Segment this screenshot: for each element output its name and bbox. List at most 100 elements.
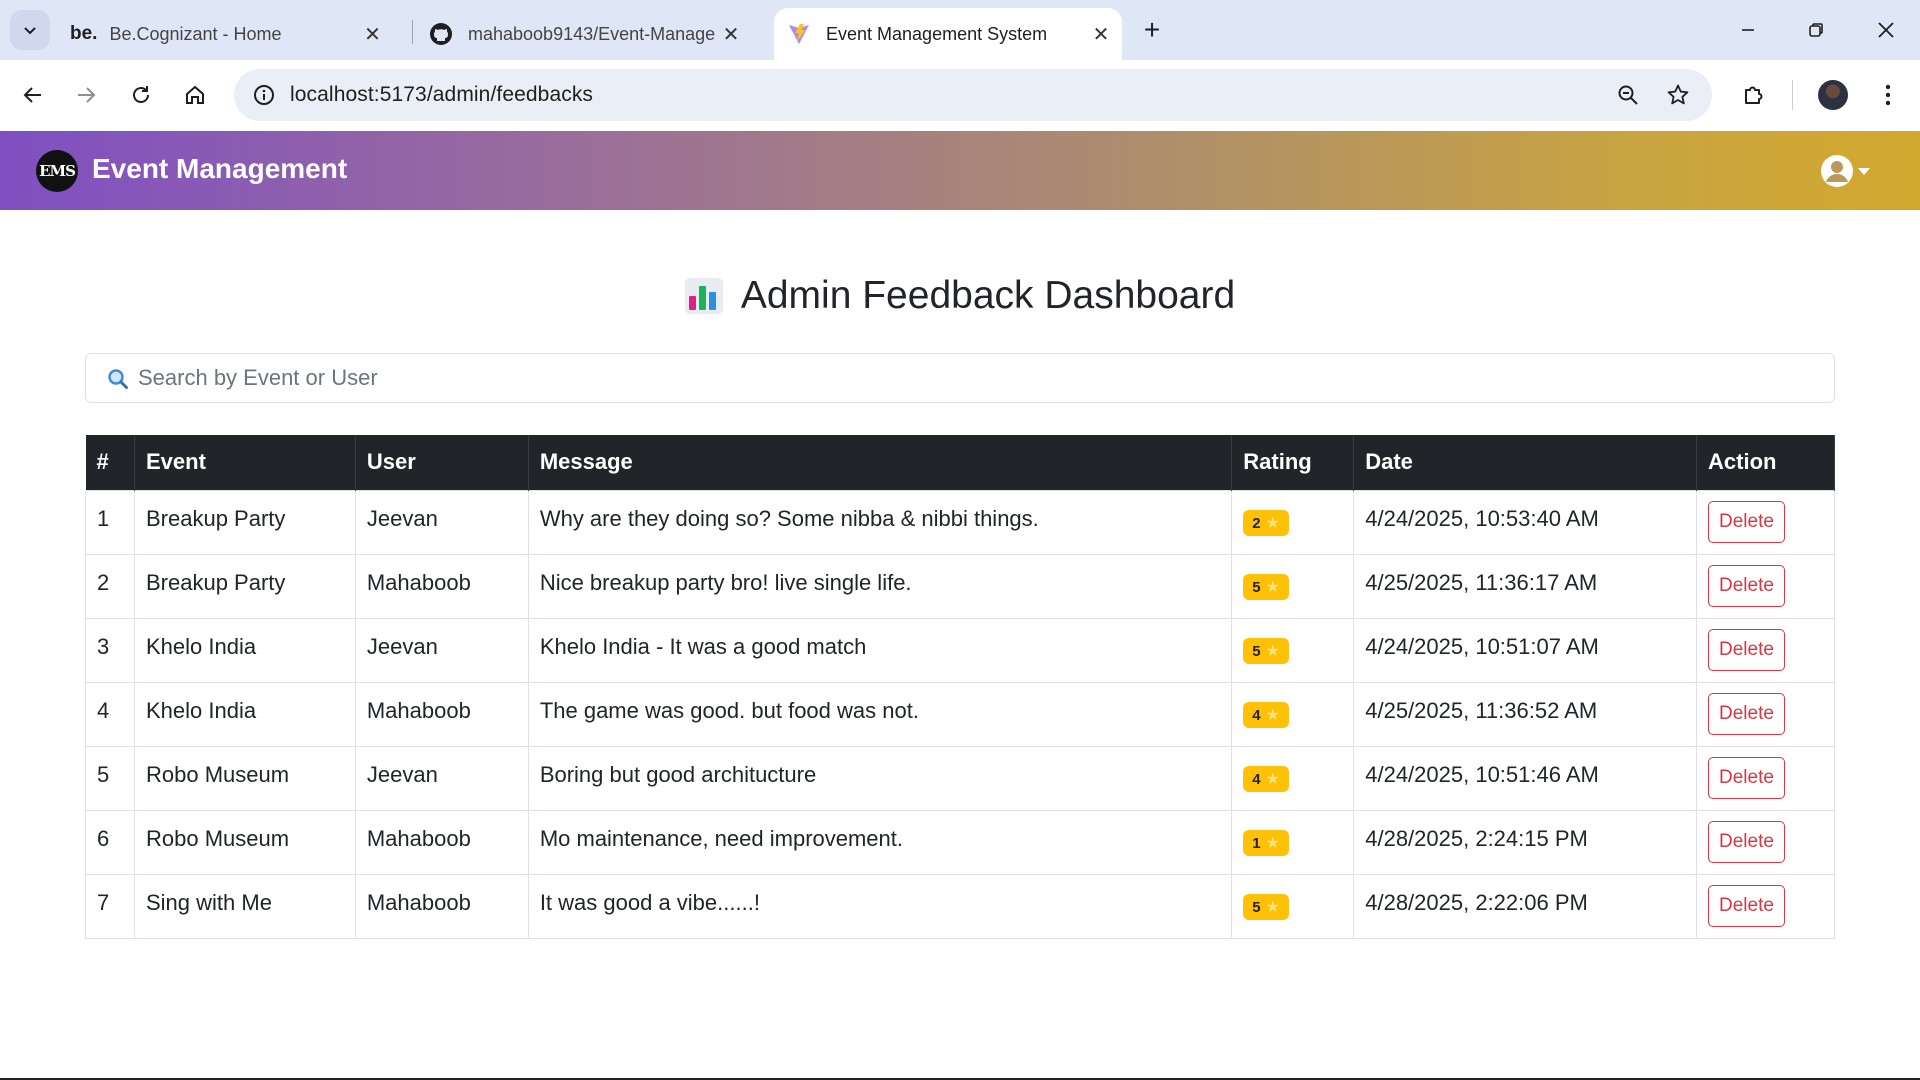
restore-icon — [1809, 23, 1823, 37]
minimize-icon — [1742, 29, 1754, 31]
search-icon — [108, 369, 128, 389]
rating-value: 5 — [1252, 642, 1261, 660]
minimize-button[interactable] — [1718, 10, 1778, 50]
tab-becognizant[interactable]: be. Be.Cognizant - Home ✕ — [62, 8, 402, 60]
browser-menu-button[interactable] — [1868, 75, 1908, 115]
vite-icon — [786, 21, 812, 47]
event-cell: Khelo India — [133, 681, 356, 747]
bookmark-star-icon[interactable] — [1662, 79, 1694, 111]
star-icon: ★ — [1265, 899, 1280, 917]
zoom-icon[interactable] — [1612, 79, 1644, 111]
extensions-button[interactable] — [1734, 75, 1774, 115]
profile-avatar[interactable] — [1818, 80, 1848, 110]
user-cell: Mahaboob — [354, 809, 529, 875]
row-number: 6 — [85, 809, 135, 875]
close-icon[interactable]: ✕ — [718, 21, 744, 47]
tab-event-management[interactable]: Event Management System ✕ — [774, 8, 1122, 60]
column-header-date: Date — [1353, 435, 1698, 490]
date-cell: 4/28/2025, 2:24:15 PM — [1353, 809, 1698, 875]
url-text[interactable]: localhost:5173/admin/feedbacks — [290, 83, 593, 107]
back-button[interactable] — [13, 75, 53, 115]
tab-github[interactable]: mahaboob9143/Event-Manage ✕ — [422, 8, 762, 60]
action-cell: Delete — [1696, 745, 1835, 811]
delete-button[interactable]: Delete — [1708, 757, 1785, 799]
message-cell: Nice breakup party bro! live single life… — [527, 553, 1233, 619]
delete-button[interactable]: Delete — [1708, 885, 1785, 927]
user-menu-dropdown[interactable] — [1820, 153, 1870, 189]
github-icon — [428, 21, 454, 47]
row-number: 4 — [85, 681, 135, 747]
user-cell: Jeevan — [354, 745, 529, 811]
brand-logo[interactable]: EMS — [36, 150, 78, 192]
delete-button[interactable]: Delete — [1708, 693, 1785, 735]
event-cell: Robo Museum — [133, 745, 356, 811]
close-icon — [1878, 22, 1894, 38]
rating-value: 2 — [1252, 514, 1261, 532]
brand-name[interactable]: Event Management — [92, 153, 347, 185]
table-row: 6 Robo Museum Mahaboob Mo maintenance, n… — [85, 809, 1835, 875]
row-number: 5 — [85, 745, 135, 811]
column-header-action: Action — [1696, 435, 1835, 490]
tab-separator — [412, 20, 413, 44]
caret-down-icon — [1858, 167, 1870, 175]
table-row: 4 Khelo India Mahaboob The game was good… — [85, 681, 1835, 747]
delete-button[interactable]: Delete — [1708, 629, 1785, 671]
site-info-icon[interactable] — [248, 79, 280, 111]
date-cell: 4/25/2025, 11:36:17 AM — [1353, 553, 1698, 619]
event-cell: Breakup Party — [133, 489, 356, 555]
tab-title: Event Management System — [826, 23, 1048, 44]
action-cell: Delete — [1696, 809, 1835, 875]
chevron-down-icon — [24, 27, 36, 35]
puzzle-icon — [1745, 86, 1763, 104]
rating-badge: 1 ★ — [1243, 830, 1289, 857]
rating-cell: 5 ★ — [1231, 617, 1355, 683]
close-icon[interactable]: ✕ — [359, 21, 385, 47]
forward-button[interactable] — [66, 75, 106, 115]
page-title: Admin Feedback Dashboard — [0, 274, 1920, 318]
date-cell: 4/24/2025, 10:51:46 AM — [1353, 745, 1698, 811]
home-button[interactable] — [175, 75, 215, 115]
address-bar[interactable]: localhost:5173/admin/feedbacks — [234, 69, 1712, 121]
delete-button[interactable]: Delete — [1708, 821, 1785, 863]
event-cell: Breakup Party — [133, 553, 356, 619]
star-icon: ★ — [1265, 771, 1280, 789]
star-icon: ★ — [1265, 707, 1280, 725]
date-cell: 4/28/2025, 2:22:06 PM — [1353, 873, 1698, 939]
search-box[interactable] — [85, 353, 1835, 403]
new-tab-button[interactable]: + — [1136, 14, 1168, 46]
message-cell: The game was good. but food was not. — [527, 681, 1233, 747]
table-header-row: # Event User Message Rating Date Action — [85, 435, 1835, 490]
table-row: 3 Khelo India Jeevan Khelo India - It wa… — [85, 617, 1835, 683]
restore-button[interactable] — [1786, 10, 1846, 50]
rating-badge: 5 ★ — [1243, 574, 1289, 601]
table-row: 1 Breakup Party Jeevan Why are they doin… — [85, 489, 1835, 555]
browser-toolbar: localhost:5173/admin/feedbacks — [0, 60, 1920, 130]
close-icon[interactable]: ✕ — [1088, 21, 1114, 47]
column-header-message: Message — [528, 435, 1233, 490]
feedback-table: # Event User Message Rating Date Action … — [85, 435, 1835, 939]
delete-button[interactable]: Delete — [1708, 501, 1785, 543]
tab-search-button[interactable] — [10, 10, 50, 50]
rating-cell: 1 ★ — [1231, 809, 1355, 875]
row-number: 2 — [85, 553, 135, 619]
star-icon: ★ — [1265, 579, 1280, 597]
table-row: 5 Robo Museum Jeevan Boring but good arc… — [85, 745, 1835, 811]
more-vert-icon — [1885, 84, 1891, 106]
window-close-button[interactable] — [1856, 10, 1916, 50]
reload-button[interactable] — [121, 75, 161, 115]
message-cell: It was good a vibe......! — [527, 873, 1233, 939]
search-input[interactable] — [138, 354, 1818, 402]
table-row: 7 Sing with Me Mahaboob It was good a vi… — [85, 873, 1835, 939]
reload-icon — [133, 86, 149, 103]
rating-cell: 4 ★ — [1231, 745, 1355, 811]
user-circle-icon — [1821, 155, 1853, 187]
delete-button[interactable]: Delete — [1708, 565, 1785, 607]
action-cell: Delete — [1696, 617, 1835, 683]
tab-title: mahaboob9143/Event-Manage — [468, 23, 716, 44]
star-icon: ★ — [1265, 515, 1280, 533]
action-cell: Delete — [1696, 489, 1835, 555]
star-icon: ★ — [1265, 835, 1280, 853]
table-row: 2 Breakup Party Mahaboob Nice breakup pa… — [85, 553, 1835, 619]
column-header-event: Event — [134, 435, 356, 490]
row-number: 3 — [85, 617, 135, 683]
